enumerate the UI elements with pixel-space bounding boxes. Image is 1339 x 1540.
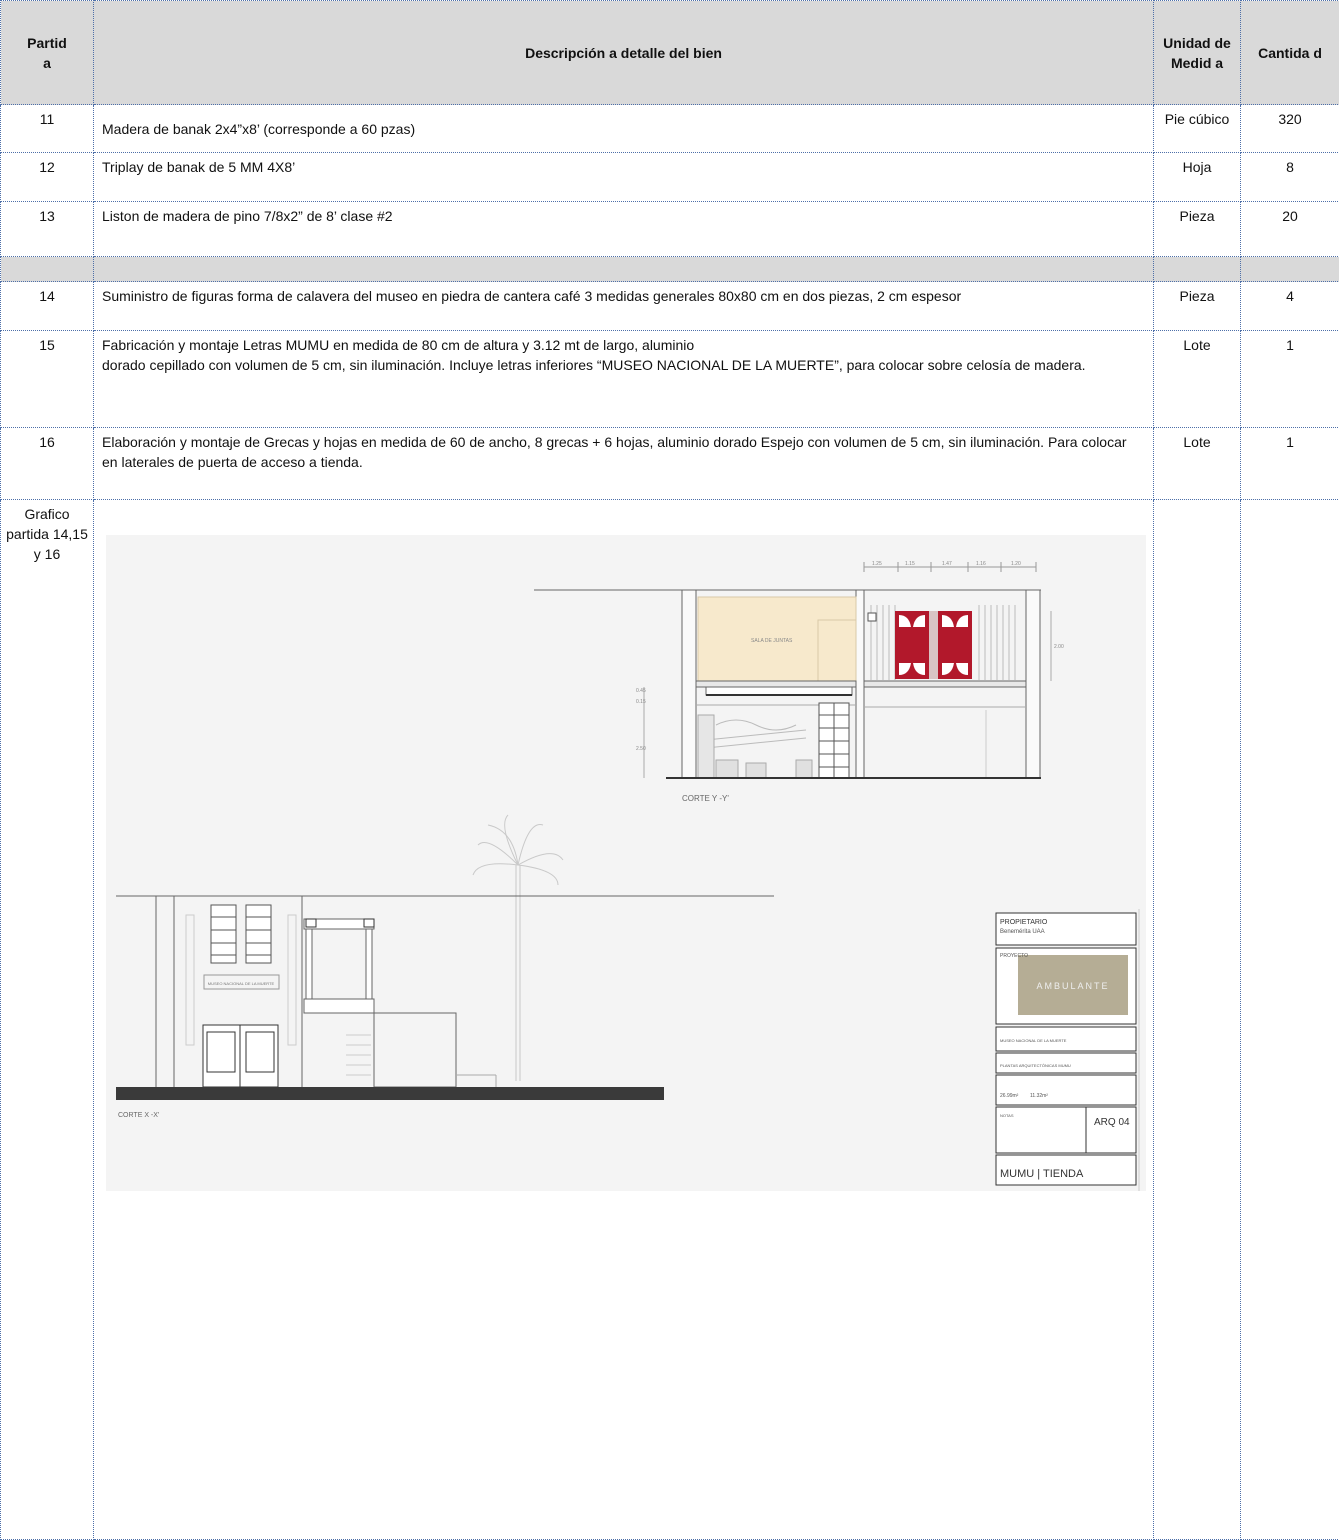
cantidad-cell: 4 bbox=[1241, 282, 1339, 331]
descripcion-cell: Suministro de figuras forma de calavera … bbox=[94, 282, 1154, 331]
partida-cell: 11 bbox=[1, 105, 94, 153]
descripcion-cell: Liston de madera de pino 7/8x2” de 8’ cl… bbox=[94, 202, 1154, 257]
proyecto-label: PROYECTO bbox=[1000, 953, 1028, 959]
corte-x-title: CORTE X -X' bbox=[118, 1112, 159, 1119]
cantidad-cell: 8 bbox=[1241, 153, 1339, 202]
grafico-label-cell: Grafico partida 14,15 y 16 bbox=[1, 500, 94, 1540]
separator-row bbox=[1, 257, 1339, 282]
table-row: 15 Fabricación y montaje Letras MUMU en … bbox=[1, 331, 1339, 428]
header-descripcion: Descripción a detalle del bien bbox=[94, 1, 1154, 105]
header-unidad: Unidad de Medid a bbox=[1154, 1, 1241, 105]
partida-cell: 13 bbox=[1, 202, 94, 257]
cantidad-cell: 1 bbox=[1241, 428, 1339, 500]
dim-label: 1.16 bbox=[976, 561, 986, 567]
grafico-label: Grafico partida 14,15 y 16 bbox=[6, 506, 88, 562]
separator-cell bbox=[94, 257, 1154, 282]
dim-label: 0.45 bbox=[636, 688, 646, 694]
header-cantidad: Cantida d bbox=[1241, 1, 1339, 105]
descripcion-line: Fabricación y montaje Letras MUMU en med… bbox=[102, 335, 1145, 355]
partida-cell: 12 bbox=[1, 153, 94, 202]
table-row: 16 Elaboración y montaje de Grecas y hoj… bbox=[1, 428, 1339, 500]
ground-slab bbox=[116, 1087, 664, 1100]
grafico-cantidad-cell bbox=[1241, 500, 1339, 1540]
partida-cell: 16 bbox=[1, 428, 94, 500]
dim-label: 0.15 bbox=[636, 699, 646, 705]
partida-cell: 15 bbox=[1, 331, 94, 428]
descripcion-cell: Madera de banak 2x4”x8’ (corresponde a 6… bbox=[94, 105, 1154, 153]
corte-y-title: CORTE Y -Y' bbox=[682, 794, 729, 803]
project-title: MUMU | TIENDA bbox=[1000, 1168, 1084, 1180]
descripcion-cell: Triplay de banak de 5 MM 4X8’ bbox=[94, 153, 1154, 202]
ubicacion-text: MUSEO NACIONAL DE LA MUERTE bbox=[1000, 1038, 1067, 1043]
architectural-drawing: SALA DE JUNTAS 1.25 1.15 1.47 1.16 1.20 … bbox=[106, 535, 1146, 1191]
brand-text: AMBULANTE bbox=[1036, 981, 1109, 991]
sheet-number: ARQ 04 bbox=[1094, 1117, 1130, 1128]
header-row: Partid a Descripción a detalle del bien … bbox=[1, 1, 1339, 105]
header-partida: Partid a bbox=[1, 1, 94, 105]
separator-cell bbox=[1, 257, 94, 282]
dim-label: 1.20 bbox=[1011, 561, 1021, 567]
descripcion-cell: Fabricación y montaje Letras MUMU en med… bbox=[94, 331, 1154, 428]
dim-label: 1.15 bbox=[905, 561, 915, 567]
dim-label: 1.47 bbox=[942, 561, 952, 567]
descripcion-cell: Elaboración y montaje de Grecas y hojas … bbox=[94, 428, 1154, 500]
table-row: 12 Triplay de banak de 5 MM 4X8’ Hoja 8 bbox=[1, 153, 1339, 202]
partida-cell: 14 bbox=[1, 282, 94, 331]
propietario-value: Beneméritа UAA bbox=[1000, 929, 1045, 935]
table-row: 13 Liston de madera de pino 7/8x2” de 8’… bbox=[1, 202, 1339, 257]
area-text: 26.99m² bbox=[1000, 1093, 1019, 1099]
grafico-unidad-cell bbox=[1154, 500, 1241, 1540]
unidad-cell: Pieza bbox=[1154, 282, 1241, 331]
sala-label: SALA DE JUNTAS bbox=[751, 638, 793, 644]
cantidad-cell: 320 bbox=[1241, 105, 1339, 153]
separator-cell bbox=[1154, 257, 1241, 282]
descripcion-line: dorado cepillado con volumen de 5 cm, si… bbox=[102, 355, 1145, 375]
area-text: 11.32m² bbox=[1030, 1093, 1048, 1099]
cantidad-cell: 20 bbox=[1241, 202, 1339, 257]
unidad-cell: Lote bbox=[1154, 331, 1241, 428]
cantidad-cell: 1 bbox=[1241, 331, 1339, 428]
title-block bbox=[996, 909, 1139, 1191]
table-row: 11 Madera de banak 2x4”x8’ (corresponde … bbox=[1, 105, 1339, 153]
table-row: 14 Suministro de figuras forma de calave… bbox=[1, 282, 1339, 331]
separator-cell bbox=[1241, 257, 1339, 282]
unidad-cell: Pieza bbox=[1154, 202, 1241, 257]
propietario-label: PROPIETARIO bbox=[1000, 919, 1048, 926]
unidad-cell: Pie cúbico bbox=[1154, 105, 1241, 153]
dim-label: 2.50 bbox=[636, 746, 646, 752]
plano-text: PLANTAS ARQUITECTÓNICAS MUMU bbox=[1000, 1063, 1071, 1068]
dim-label: 1.25 bbox=[872, 561, 882, 567]
unidad-cell: Lote bbox=[1154, 428, 1241, 500]
dim-label: 2.00 bbox=[1054, 644, 1064, 650]
sign-text: MUSEO NACIONAL DE LA MUERTE bbox=[208, 981, 275, 986]
notas-label: NOTAS bbox=[1000, 1113, 1014, 1118]
unidad-cell: Hoja bbox=[1154, 153, 1241, 202]
